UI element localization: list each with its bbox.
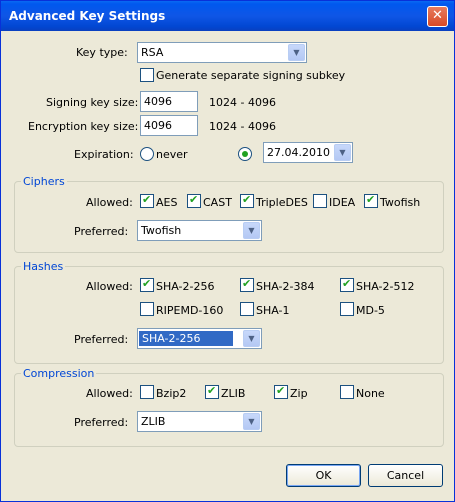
check-icon: ✔	[142, 193, 152, 206]
check-icon: ✔	[242, 277, 252, 290]
signing-key-range: 1024 - 4096	[209, 96, 276, 109]
hashes-group-title: Hashes	[21, 260, 66, 273]
expiration-date-picker[interactable]: 27.04.2010 ▼	[263, 142, 353, 163]
cipher-twofish-label: Twofish	[380, 196, 421, 209]
compression-none-label: None	[356, 387, 385, 400]
cipher-idea-checkbox[interactable]	[313, 194, 327, 208]
hash-sha-2-384-label: SHA-2-384	[256, 280, 315, 293]
close-button[interactable]: ✕	[427, 6, 448, 27]
encryption-key-size-value: 4096	[144, 119, 172, 132]
check-icon: ✔	[276, 384, 286, 397]
dialog-body: Key type: RSA ▼ Generate separate signin…	[4, 31, 451, 498]
ciphers-preferred-label: Preferred:	[74, 225, 129, 238]
encryption-key-size-label: Encryption key size:	[28, 120, 139, 133]
cancel-button[interactable]: Cancel	[368, 464, 443, 487]
ciphers-group: Ciphers	[14, 175, 444, 253]
hashes-preferred-select[interactable]: SHA-2-256 ▼	[137, 328, 262, 349]
key-type-label: Key type:	[76, 46, 128, 59]
encryption-key-size-input[interactable]: 4096	[140, 115, 198, 136]
ciphers-group-title: Ciphers	[21, 175, 67, 188]
hash-md-5-checkbox[interactable]	[340, 302, 354, 316]
hash-sha-1-label: SHA-1	[256, 304, 290, 317]
compression-preferred-select[interactable]: ZLIB ▼	[137, 411, 262, 432]
check-icon: ✔	[189, 193, 199, 206]
signing-key-size-value: 4096	[144, 95, 172, 108]
radio-selected-dot	[242, 151, 248, 157]
hash-sha-2-512-label: SHA-2-512	[356, 280, 415, 293]
compression-bzip2-checkbox[interactable]	[140, 385, 154, 399]
hash-sha-2-256-checkbox[interactable]: ✔	[140, 277, 154, 292]
hashes-allowed-label: Allowed:	[86, 280, 133, 293]
chevron-down-icon: ▼	[243, 413, 260, 430]
expiration-label: Expiration:	[74, 148, 134, 161]
chevron-down-icon: ▼	[243, 330, 260, 347]
check-icon: ✔	[207, 384, 217, 397]
compression-group-title: Compression	[21, 367, 97, 380]
compression-zlib-label: ZLIB	[221, 387, 246, 400]
ciphers-preferred-select[interactable]: Twofish ▼	[137, 220, 262, 241]
hashes-preferred-label: Preferred:	[74, 333, 129, 346]
cipher-cast-checkbox[interactable]: ✔	[187, 193, 201, 208]
compression-bzip2-label: Bzip2	[156, 387, 187, 400]
key-type-select[interactable]: RSA ▼	[137, 42, 307, 63]
hash-ripemd-160-checkbox[interactable]	[140, 302, 154, 316]
compression-zlib-checkbox[interactable]: ✔	[205, 384, 219, 399]
compression-zip-checkbox[interactable]: ✔	[274, 384, 288, 399]
cipher-tripledes-label: TripleDES	[256, 196, 308, 209]
chevron-down-icon: ▼	[288, 44, 305, 61]
signing-key-size-input[interactable]: 4096	[140, 91, 198, 112]
signing-key-size-label: Signing key size:	[46, 96, 139, 109]
cipher-tripledes-checkbox[interactable]: ✔	[240, 193, 254, 208]
compression-allowed-label: Allowed:	[86, 387, 133, 400]
subkey-checkbox[interactable]	[140, 68, 154, 82]
hash-sha-2-512-checkbox[interactable]: ✔	[340, 277, 354, 292]
hashes-preferred-value: SHA-2-256	[139, 331, 233, 346]
expiration-date-value: 27.04.2010	[267, 146, 330, 159]
never-label: never	[156, 148, 188, 161]
advanced-key-settings-dialog: Advanced Key Settings ✕ Key type: RSA ▼ …	[0, 0, 455, 502]
title-bar[interactable]: Advanced Key Settings ✕	[1, 1, 454, 31]
key-type-value: RSA	[141, 46, 164, 59]
chevron-down-icon: ▼	[243, 222, 260, 239]
ciphers-preferred-value: Twofish	[141, 224, 182, 237]
chevron-down-icon: ▼	[334, 144, 351, 161]
compression-zip-label: Zip	[290, 387, 308, 400]
hash-sha-2-384-checkbox[interactable]: ✔	[240, 277, 254, 292]
hash-md-5-label: MD-5	[356, 304, 385, 317]
never-radio[interactable]	[140, 147, 154, 161]
check-icon: ✔	[242, 193, 252, 206]
ciphers-allowed-label: Allowed:	[86, 196, 133, 209]
date-radio[interactable]	[238, 147, 252, 161]
compression-preferred-label: Preferred:	[74, 416, 129, 429]
cipher-aes-label: AES	[156, 196, 178, 209]
cipher-aes-checkbox[interactable]: ✔	[140, 193, 154, 208]
window-title: Advanced Key Settings	[9, 9, 166, 23]
encryption-key-range: 1024 - 4096	[209, 120, 276, 133]
check-icon: ✔	[342, 277, 352, 290]
compression-group: Compression	[14, 367, 444, 447]
hash-sha-2-256-label: SHA-2-256	[156, 280, 215, 293]
hash-ripemd-160-label: RIPEMD-160	[156, 304, 224, 317]
cipher-twofish-checkbox[interactable]: ✔	[364, 193, 378, 208]
close-icon: ✕	[432, 8, 443, 23]
check-icon: ✔	[366, 193, 376, 206]
hash-sha-1-checkbox[interactable]	[240, 302, 254, 316]
compression-preferred-value: ZLIB	[141, 415, 166, 428]
check-icon: ✔	[142, 277, 152, 290]
ok-button[interactable]: OK	[286, 464, 361, 487]
subkey-label: Generate separate signing subkey	[156, 69, 346, 82]
compression-none-checkbox[interactable]	[340, 385, 354, 399]
cipher-cast-label: CAST	[203, 196, 232, 209]
cipher-idea-label: IDEA	[329, 196, 356, 209]
